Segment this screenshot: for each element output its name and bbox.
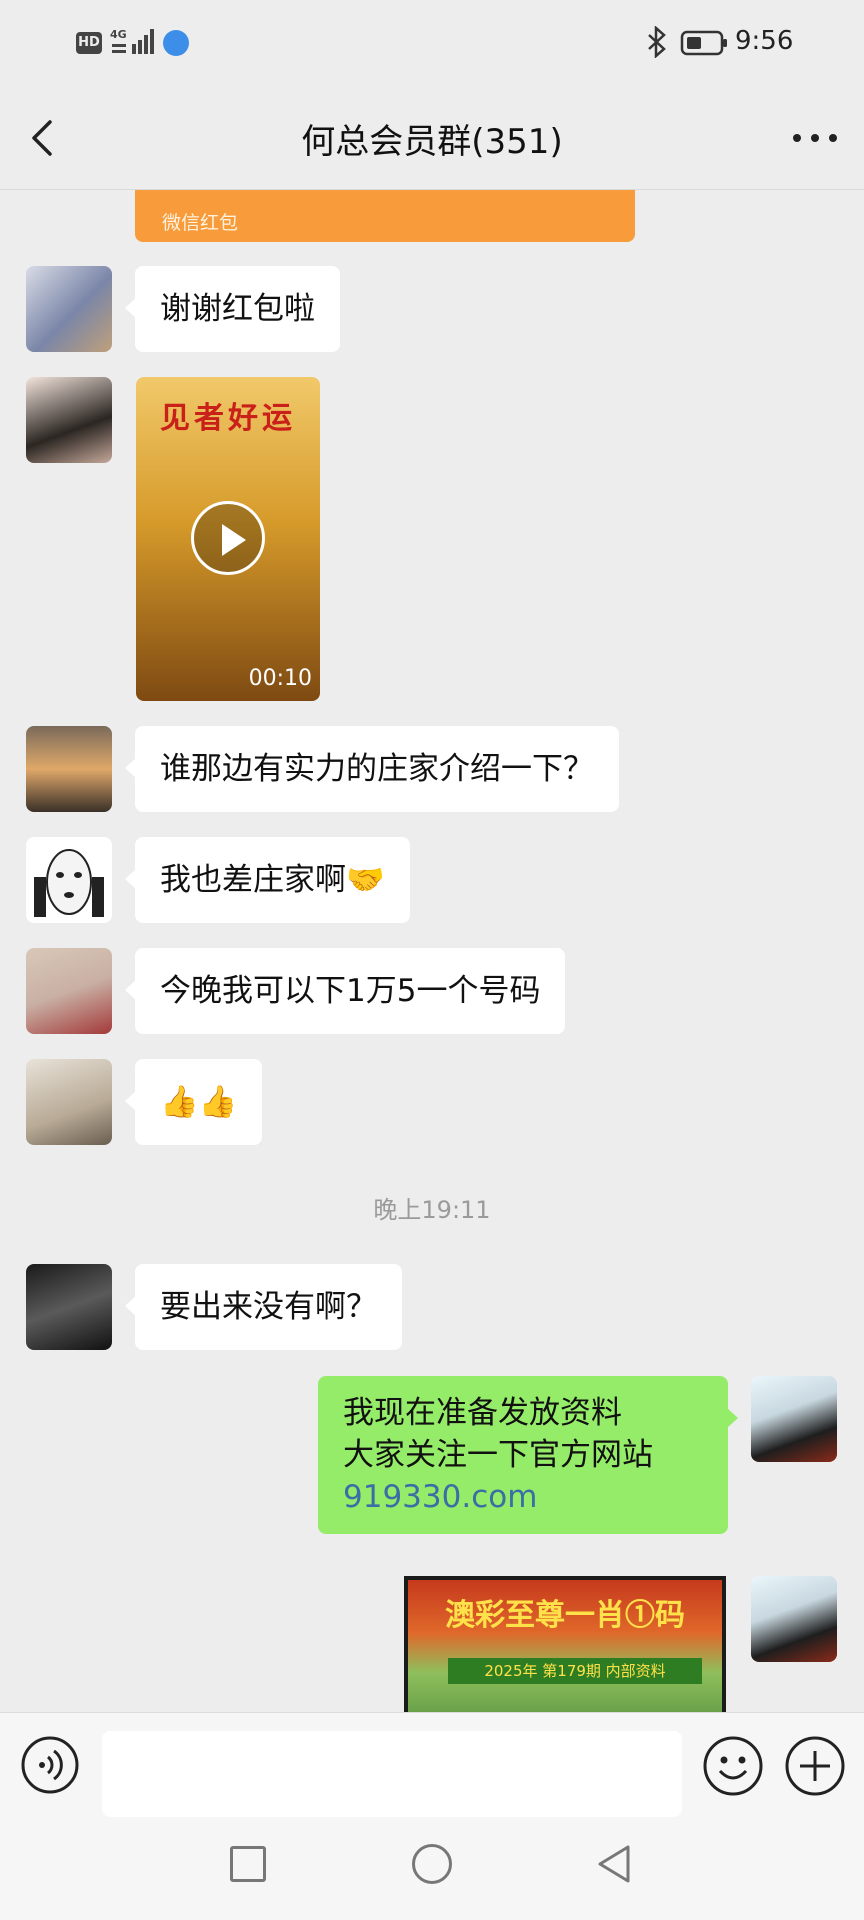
avatar[interactable] (26, 837, 112, 923)
video-message[interactable]: 见者好运 00:10 (136, 377, 320, 701)
voice-icon[interactable] (20, 1735, 80, 1795)
avatar[interactable] (26, 726, 112, 812)
bluetooth-icon (648, 26, 666, 58)
emoji-icon[interactable] (702, 1735, 764, 1797)
website-link[interactable]: 919330.com (343, 1476, 703, 1518)
avatar[interactable] (26, 266, 112, 352)
message-bubble[interactable]: 谁那边有实力的庄家介绍一下？ (125, 726, 619, 812)
signal-icon: 4G (110, 28, 154, 54)
network-label: 4G (110, 28, 127, 41)
message-input[interactable] (102, 1731, 682, 1817)
poster-title: 澳彩至尊一肖①码 (445, 1598, 685, 1633)
hd-icon: HD (76, 32, 102, 54)
message-bubble[interactable]: 👍👍 (124, 1059, 263, 1145)
red-packet-message[interactable]: 微信红包 (135, 190, 635, 242)
browser-app-icon (163, 30, 189, 56)
my-message-bubble[interactable]: 我现在准备发放资料 大家关注一下官方网站 919330.com (318, 1376, 738, 1534)
battery-icon (680, 30, 727, 56)
status-bar: HD 4G 9:56 (0, 0, 864, 86)
avatar[interactable] (26, 1264, 112, 1350)
no-face-mask-icon (34, 849, 104, 917)
clock: 9:56 (735, 26, 794, 56)
message-list[interactable]: 微信红包 谢谢红包啦 见者好运 00:10 谁那边有实力的庄家介绍一下？ 我也差… (0, 190, 864, 1712)
video-title: 见者好运 (160, 401, 296, 436)
message-bubble[interactable]: 谢谢红包啦 (125, 266, 340, 352)
red-packet-label: 微信红包 (162, 212, 239, 234)
poster-subtitle: 2025年 第179期 内部资料 (448, 1658, 702, 1684)
nav-back-icon[interactable] (596, 1844, 632, 1884)
image-message[interactable]: 澳彩至尊一肖①码 2025年 第179期 内部资料 (404, 1576, 726, 1712)
message-line: 大家关注一下官方网站 (343, 1437, 653, 1473)
message-bubble[interactable]: 今晚我可以下1万5一个号码 (124, 948, 566, 1034)
add-icon[interactable] (784, 1735, 846, 1797)
play-icon[interactable] (191, 501, 265, 575)
avatar[interactable] (26, 377, 112, 463)
message-timestamp: 晚上19:11 (373, 1196, 491, 1224)
recents-icon[interactable] (230, 1846, 266, 1882)
input-bar (0, 1712, 864, 1818)
home-icon[interactable] (412, 1844, 452, 1884)
message-line: 我现在准备发放资料 (343, 1395, 622, 1431)
avatar[interactable] (26, 1059, 112, 1145)
more-options-icon[interactable] (790, 126, 840, 150)
message-bubble[interactable]: 要出来没有啊？ (125, 1264, 402, 1350)
page-title: 何总会员群(351) (301, 122, 563, 162)
my-avatar[interactable] (751, 1576, 837, 1662)
video-duration: 00:10 (248, 666, 312, 691)
chat-header: 何总会员群(351) (0, 86, 864, 190)
system-nav-bar (0, 1818, 864, 1920)
avatar[interactable] (26, 948, 112, 1034)
my-avatar[interactable] (751, 1376, 837, 1462)
message-bubble[interactable]: 我也差庄家啊🤝 (125, 837, 410, 923)
